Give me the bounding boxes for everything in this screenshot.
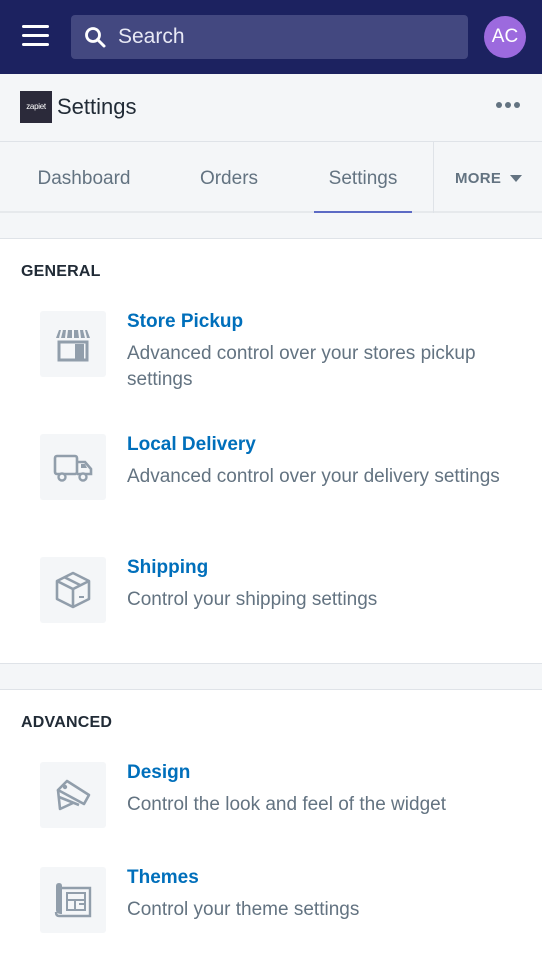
ellipsis-icon[interactable] (496, 100, 520, 110)
settings-item-local-delivery[interactable]: Local Delivery Advanced control over you… (0, 434, 542, 534)
search-bar[interactable] (71, 15, 468, 59)
title-bar: zapiet Settings (0, 74, 542, 142)
settings-item-design[interactable]: Design Control the look and feel of the … (0, 762, 542, 832)
item-description: Advanced control over your stores pickup… (127, 343, 476, 390)
top-bar: AC (0, 0, 542, 74)
settings-item-themes[interactable]: Themes Control your theme settings (0, 867, 542, 937)
section-title-advanced: ADVANCED (21, 714, 113, 731)
section-title-general: GENERAL (21, 263, 101, 280)
search-icon (85, 27, 106, 48)
tab-bar: Dashboard Orders Settings MORE (0, 142, 542, 215)
item-description: Control the look and feel of the widget (127, 794, 446, 815)
tab-settings[interactable]: Settings (314, 142, 412, 215)
caret-down-icon (510, 175, 522, 182)
item-description: Advanced control over your delivery sett… (127, 466, 500, 487)
item-description: Control your theme settings (127, 899, 360, 920)
app-logo: zapiet (20, 91, 52, 123)
settings-item-shipping[interactable]: Shipping Control your shipping settings (0, 557, 542, 627)
hamburger-icon[interactable] (22, 25, 49, 47)
search-input[interactable] (118, 15, 458, 59)
more-label: MORE (455, 170, 502, 187)
item-title[interactable]: Design (127, 762, 190, 784)
storefront-icon (40, 311, 106, 377)
section-gap (0, 213, 542, 239)
general-section: GENERAL Store Pickup Advanced control ov… (0, 239, 542, 664)
item-description: Control your shipping settings (127, 589, 378, 610)
tab-orders[interactable]: Orders (180, 142, 278, 213)
item-title[interactable]: Store Pickup (127, 311, 243, 333)
tab-dashboard[interactable]: Dashboard (20, 142, 148, 213)
package-box-icon (40, 557, 106, 623)
more-tab-button[interactable]: MORE (434, 142, 542, 213)
item-title[interactable]: Shipping (127, 557, 208, 579)
avatar[interactable]: AC (484, 16, 526, 58)
section-gap (0, 664, 542, 690)
delivery-truck-icon (40, 434, 106, 500)
item-title[interactable]: Local Delivery (127, 434, 256, 456)
color-swatch-icon (40, 762, 106, 828)
blueprint-icon (40, 867, 106, 933)
item-title[interactable]: Themes (127, 867, 199, 889)
advanced-section: ADVANCED Design Control the look and fee… (0, 690, 542, 964)
page-title: Settings (57, 94, 137, 119)
settings-item-store-pickup[interactable]: Store Pickup Advanced control over your … (0, 311, 542, 411)
